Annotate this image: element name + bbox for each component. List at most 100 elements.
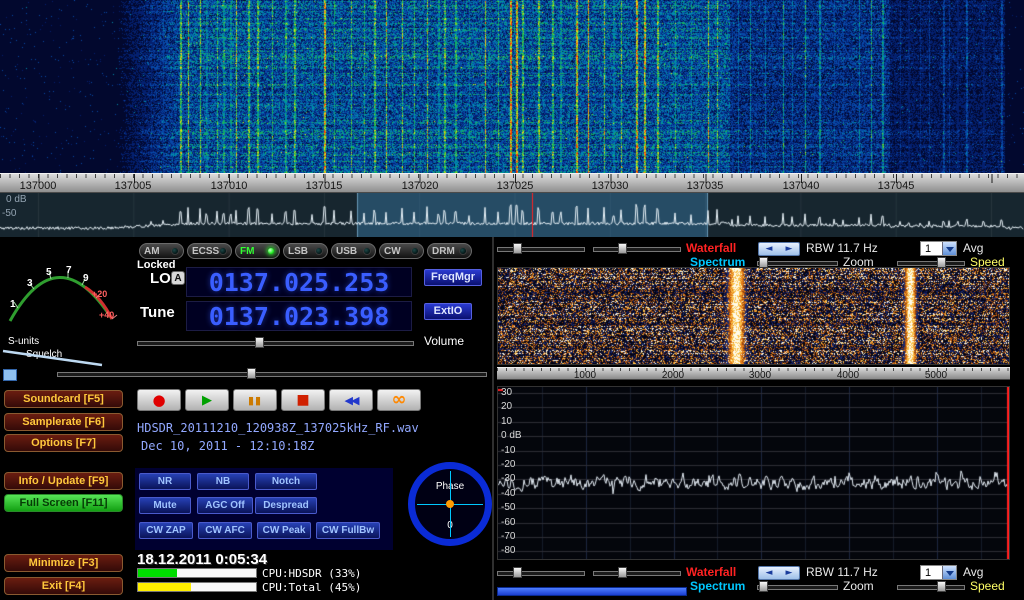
tune-frequency-display[interactable]: 0137.023.398 <box>186 301 412 331</box>
mode-label: ECSS <box>192 246 219 257</box>
slider-thumb[interactable] <box>255 337 264 348</box>
af-waterfall-brightness-slider[interactable] <box>497 243 585 254</box>
cw-afc-button[interactable]: CW AFC <box>198 522 252 539</box>
af2-speed-slider[interactable] <box>897 581 965 592</box>
af-spectrum-canvas[interactable] <box>498 387 1009 559</box>
af-frequency-scale[interactable]: 1000 2000 3000 4000 5000 <box>497 367 1010 380</box>
shift-right-icon[interactable]: ► <box>786 244 793 254</box>
volume-slider[interactable] <box>137 337 414 348</box>
slider-thumb[interactable] <box>618 567 627 578</box>
samplerate-button[interactable]: Samplerate [F6] <box>4 413 123 431</box>
shift-left-icon[interactable]: ◄ <box>766 244 773 254</box>
slider-thumb[interactable] <box>759 581 768 592</box>
info-update-button[interactable]: Info / Update [F9] <box>4 472 123 490</box>
rf-waterfall-canvas[interactable] <box>0 0 1024 173</box>
db-label: -80 <box>501 545 515 556</box>
cw-fullbw-button[interactable]: CW FullBw <box>316 522 380 539</box>
slider-thumb[interactable] <box>247 368 256 379</box>
af-shift-buttons[interactable]: ◄ ► <box>758 242 800 256</box>
agc-off-button[interactable]: AGC Off <box>197 497 253 514</box>
phase-center-dot <box>446 500 454 508</box>
loop-button[interactable]: ∞ <box>377 389 421 411</box>
af2-zoom-slider[interactable] <box>757 581 838 592</box>
notch-button[interactable]: Notch <box>255 473 317 490</box>
phase-value: 0 <box>415 520 485 531</box>
mode-button-cw[interactable]: CW <box>379 243 424 259</box>
fullscreen-button[interactable]: Full Screen [F11] <box>4 494 123 512</box>
shift-left-icon[interactable]: ◄ <box>766 568 773 578</box>
af2-avg-select[interactable]: 1 <box>920 565 957 580</box>
mode-button-lsb[interactable]: LSB <box>283 243 328 259</box>
mode-led <box>315 247 323 255</box>
record-button[interactable]: ● <box>137 389 181 411</box>
s-meter[interactable]: 1 3 5 7 9 +20 +40 S-units Squelch <box>0 241 132 367</box>
soundcard-button[interactable]: Soundcard [F5] <box>4 390 123 408</box>
nr-button[interactable]: NR <box>139 473 191 490</box>
af2-spectrum-tab[interactable]: Spectrum <box>690 579 745 593</box>
tune-position-slider[interactable] <box>57 368 487 379</box>
freqmgr-button[interactable]: FreqMgr <box>424 269 482 286</box>
af-waterfall-canvas[interactable] <box>498 268 1009 364</box>
slider-thumb[interactable] <box>513 567 522 578</box>
af2-avg-label: Avg <box>963 565 983 579</box>
a-lock-badge[interactable]: A <box>171 271 185 285</box>
slider-thumb[interactable] <box>513 243 522 254</box>
slider-thumb[interactable] <box>937 581 946 592</box>
mode-button-am[interactable]: AM <box>139 243 184 259</box>
lo-frequency-display[interactable]: 0137.025.253 <box>186 267 412 297</box>
freq-tick-label: 137000 <box>20 180 57 192</box>
af-waterfall-contrast-slider[interactable] <box>593 243 681 254</box>
avg-value: 1 <box>925 567 931 579</box>
shift-right-icon[interactable]: ► <box>786 568 793 578</box>
stop-button[interactable]: ■ <box>281 389 325 411</box>
options-button[interactable]: Options [F7] <box>4 434 123 452</box>
freq-tick-label: 137025 <box>497 180 534 192</box>
exit-button[interactable]: Exit [F4] <box>4 577 123 595</box>
af2-waterfall-tab[interactable]: Waterfall <box>686 565 736 579</box>
af-zoom-bar[interactable] <box>497 587 687 596</box>
nb-button[interactable]: NB <box>197 473 249 490</box>
cw-zap-button[interactable]: CW ZAP <box>139 522 193 539</box>
af2-contrast-slider[interactable] <box>593 567 681 578</box>
control-panel: 1 3 5 7 9 +20 +40 S-units Squelch Soundc… <box>0 237 1024 600</box>
lo-label: LO <box>150 270 171 287</box>
pause-button[interactable]: ▮▮ <box>233 389 277 411</box>
mute-button[interactable]: Mute <box>139 497 191 514</box>
db-label: 10 <box>501 416 512 427</box>
af2-brightness-slider[interactable] <box>497 567 585 578</box>
rf-spectrum[interactable]: 0 dB -50 <box>0 193 1024 237</box>
af-waterfall[interactable] <box>497 267 1010 365</box>
mode-button-ecss[interactable]: ECSS <box>187 243 232 259</box>
mode-button-fm[interactable]: FM <box>235 243 280 259</box>
af2-shift-buttons[interactable]: ◄ ► <box>758 566 800 580</box>
freq-tick-label: 137015 <box>306 180 343 192</box>
mode-button-usb[interactable]: USB <box>331 243 376 259</box>
af-waterfall-tab[interactable]: Waterfall <box>686 241 736 255</box>
squelch-button[interactable] <box>3 369 17 381</box>
avg-value: 1 <box>925 243 931 255</box>
s-meter-num: 7 <box>66 265 72 276</box>
despread-button[interactable]: Despread <box>255 497 317 514</box>
mode-label: AM <box>144 246 160 257</box>
play-icon: ▶ <box>202 394 212 407</box>
freq-tick-label: 3000 <box>749 370 771 380</box>
slider-thumb[interactable] <box>618 243 627 254</box>
play-button[interactable]: ▶ <box>185 389 229 411</box>
rewind-button[interactable]: ◀◀ <box>329 389 373 411</box>
af-avg-select[interactable]: 1 <box>920 241 957 256</box>
rf-spectrum-canvas[interactable] <box>0 193 1024 237</box>
minimize-button[interactable]: Minimize [F3] <box>4 554 123 572</box>
rf-frequency-scale[interactable]: 137000 137005 137010 137015 137020 13702… <box>0 173 1024 193</box>
extio-button[interactable]: ExtIO <box>424 303 472 320</box>
phase-dial[interactable]: Phase 0 <box>408 462 492 546</box>
mode-button-drm[interactable]: DRM <box>427 243 472 259</box>
freq-tick-label: 137035 <box>687 180 724 192</box>
cw-peak-button[interactable]: CW Peak <box>257 522 311 539</box>
dropdown-arrow-icon[interactable] <box>942 566 956 579</box>
dropdown-arrow-icon[interactable] <box>942 242 956 255</box>
date-time-display: 18.12.2011 0:05:34 <box>137 551 267 568</box>
stop-icon: ■ <box>296 393 309 407</box>
af-spectrum[interactable]: 30 20 10 0 dB -10 -20 -30 -40 -50 -60 -7… <box>497 386 1010 560</box>
af-avg-label: Avg <box>963 241 983 255</box>
s-meter-num: 9 <box>83 273 89 284</box>
